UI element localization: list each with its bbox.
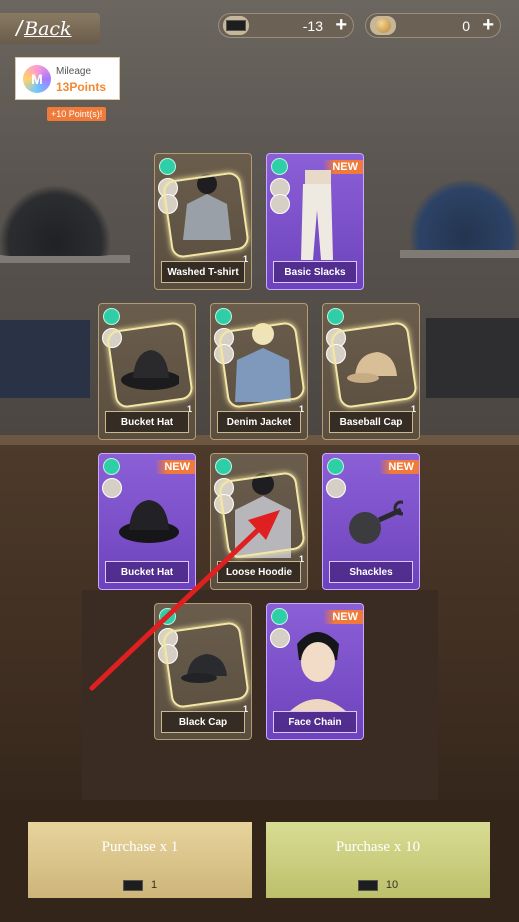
purchase-x10-button[interactable]: Purchase x 10 10 [266, 822, 490, 898]
purchase-x1-cost: 1 [150, 879, 158, 891]
ticket-icon [122, 879, 143, 891]
annotation-arrow [89, 510, 280, 691]
purchase-x1-label: Purchase x 1 [101, 839, 179, 855]
purchase-x10-cost: 10 [385, 879, 399, 891]
purchase-x1-button[interactable]: Purchase x 1 1 [28, 822, 252, 898]
purchase-x10-label: Purchase x 10 [335, 839, 421, 855]
ticket-icon [357, 879, 378, 891]
